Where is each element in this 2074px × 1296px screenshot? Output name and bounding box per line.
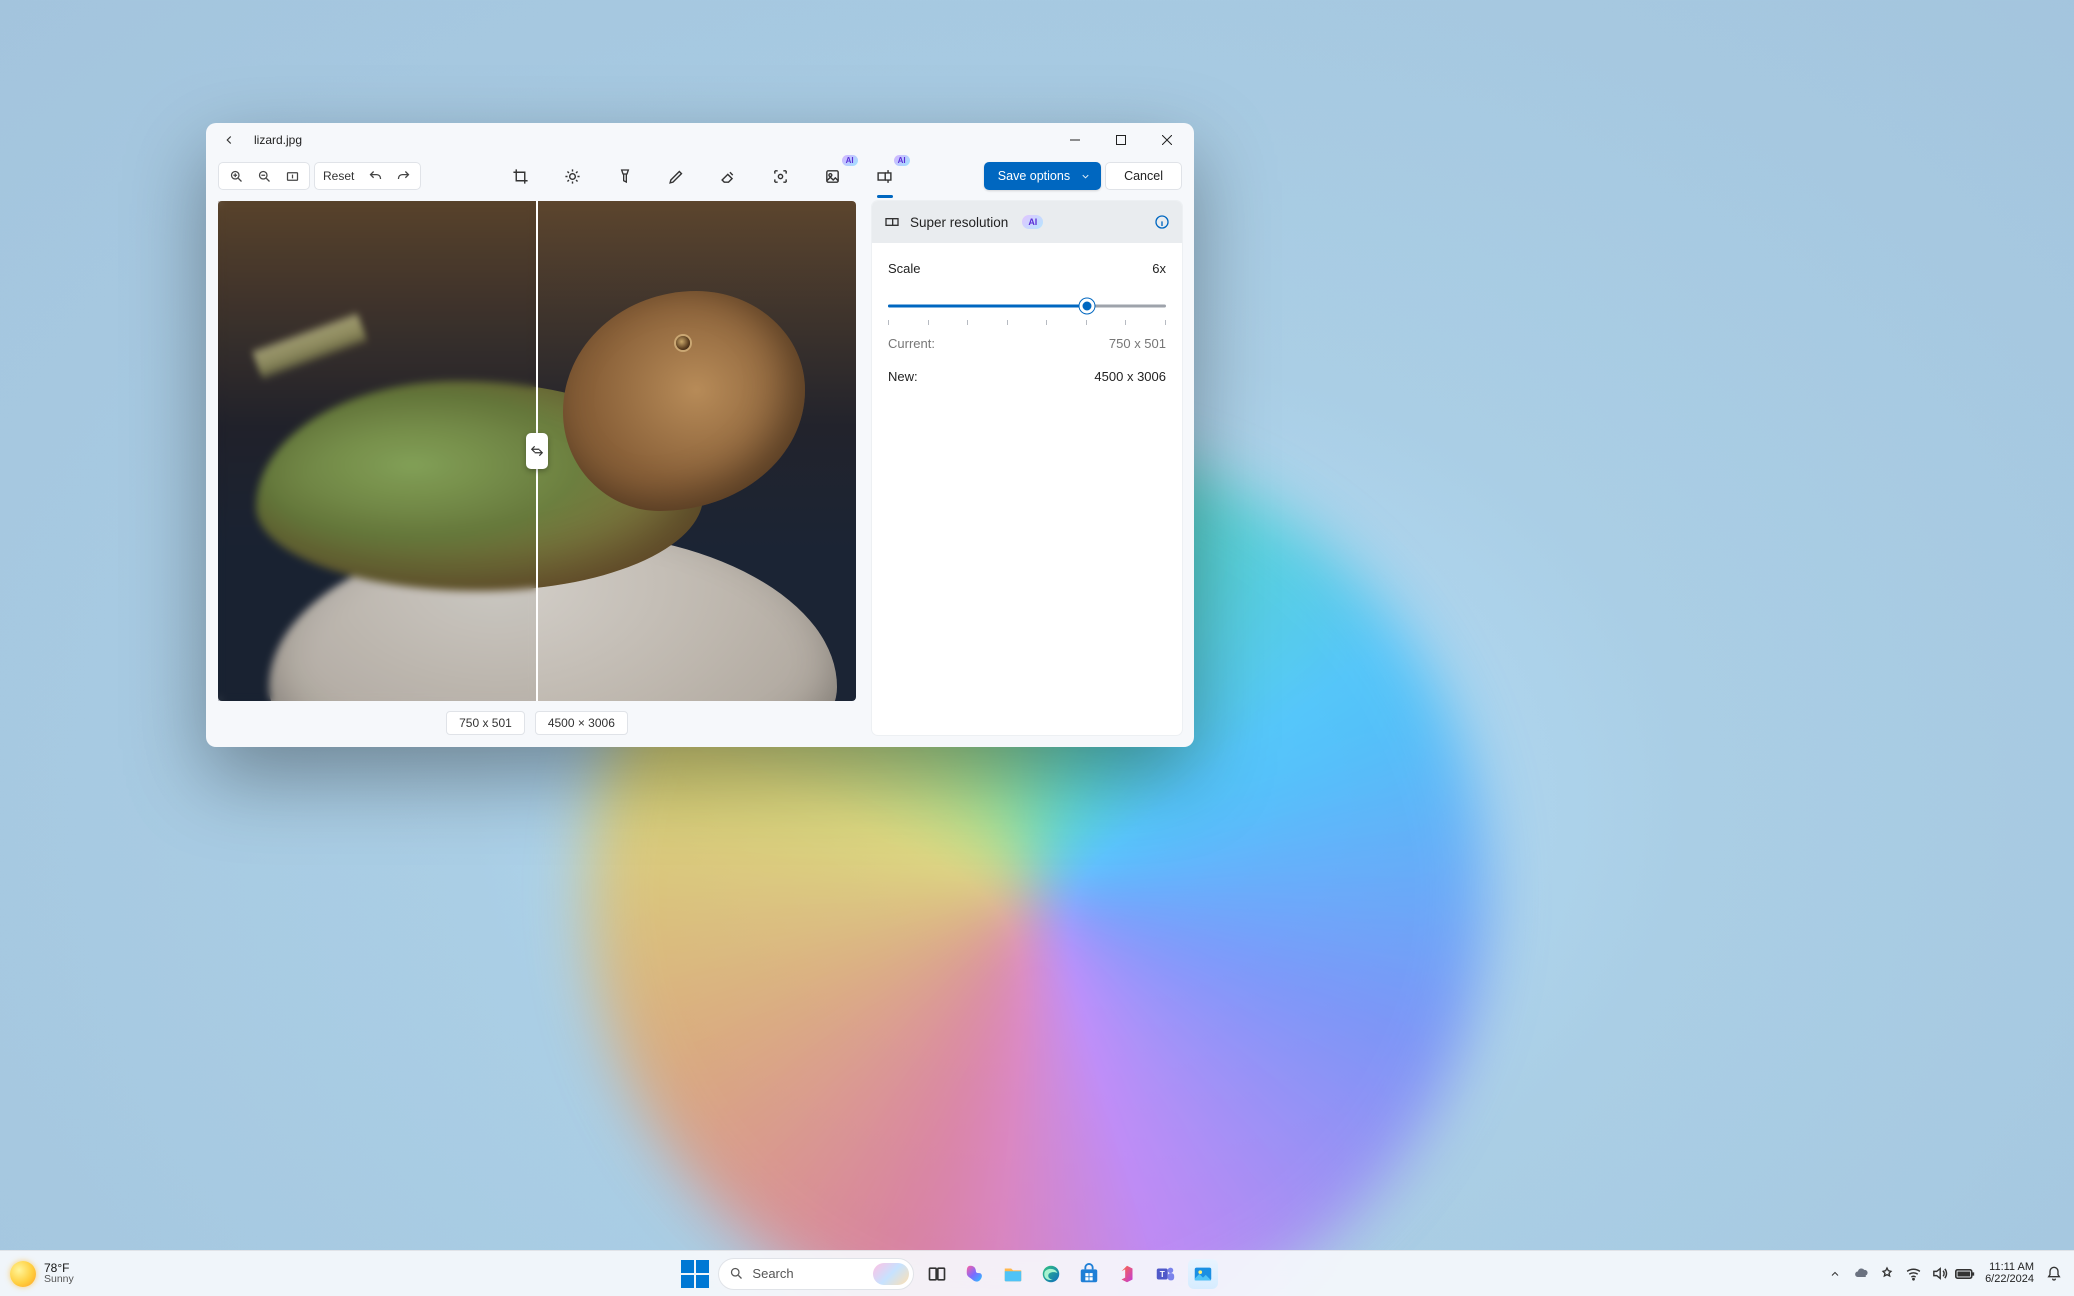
- volume-icon[interactable]: [1929, 1264, 1949, 1284]
- copilot-button[interactable]: [960, 1259, 990, 1289]
- background-remove-button[interactable]: [766, 161, 796, 191]
- edge-button[interactable]: [1036, 1259, 1066, 1289]
- image-compare-canvas[interactable]: [218, 201, 856, 701]
- start-button[interactable]: [680, 1259, 710, 1289]
- m365-button[interactable]: [1112, 1259, 1142, 1289]
- erase-tool-button[interactable]: [714, 161, 744, 191]
- zoom-controls: [218, 162, 310, 190]
- windows-logo-icon: [681, 1260, 709, 1288]
- taskbar-weather[interactable]: 78°F Sunny: [10, 1261, 74, 1287]
- cancel-label: Cancel: [1124, 169, 1163, 183]
- taskbar-clock[interactable]: 11:11 AM 6/22/2024: [1985, 1262, 2034, 1285]
- taskbar: 78°F Sunny Search T: [0, 1250, 2074, 1296]
- weather-icon: [10, 1261, 36, 1287]
- weather-cond: Sunny: [44, 1274, 74, 1285]
- save-options-label: Save options: [998, 169, 1070, 183]
- redo-button[interactable]: [390, 163, 416, 189]
- history-controls: Reset: [314, 162, 421, 190]
- tray-overflow-button[interactable]: [1825, 1264, 1845, 1284]
- file-explorer-button[interactable]: [998, 1259, 1028, 1289]
- battery-icon[interactable]: [1955, 1264, 1975, 1284]
- search-icon: [729, 1266, 744, 1281]
- compare-handle[interactable]: [526, 433, 548, 469]
- crop-tool-button[interactable]: [506, 161, 536, 191]
- current-label: Current:: [888, 336, 935, 351]
- scale-slider[interactable]: [888, 294, 1166, 318]
- cancel-button[interactable]: Cancel: [1105, 162, 1182, 190]
- notifications-button[interactable]: [2044, 1264, 2064, 1284]
- ai-badge-icon: AI: [894, 155, 910, 166]
- new-value: 4500 x 3006: [1094, 369, 1166, 384]
- panel-header: Super resolution AI: [872, 201, 1182, 243]
- current-value: 750 x 501: [1109, 336, 1166, 351]
- window-controls: [1052, 123, 1190, 157]
- task-view-button[interactable]: [922, 1259, 952, 1289]
- teams-button[interactable]: T: [1150, 1259, 1180, 1289]
- photos-editor-window: lizard.jpg: [206, 123, 1194, 747]
- scale-value: 6x: [1152, 261, 1166, 276]
- panel-info-button[interactable]: [1154, 214, 1170, 230]
- store-button[interactable]: [1074, 1259, 1104, 1289]
- zoom-in-button[interactable]: [223, 163, 249, 189]
- super-resolution-icon: [884, 214, 900, 230]
- photos-app-button[interactable]: [1188, 1259, 1218, 1289]
- taskbar-center: Search T: [680, 1258, 1218, 1290]
- window-title: lizard.jpg: [254, 133, 302, 147]
- filter-tool-button[interactable]: [610, 161, 640, 191]
- panel-body: Scale 6x Current: 750 x 501 New: 4500 x …: [872, 243, 1182, 402]
- copilot-tray-icon[interactable]: [1877, 1264, 1897, 1284]
- system-tray: 11:11 AM 6/22/2024: [1825, 1262, 2064, 1285]
- image-lizard-head: [563, 291, 805, 511]
- super-resolution-panel: Super resolution AI Scale 6x C: [872, 201, 1182, 735]
- edit-tools: AI AI: [506, 161, 900, 191]
- current-dims-row: Current: 750 x 501: [888, 336, 1166, 351]
- canvas-column: 750 x 501 4500 × 3006: [218, 201, 856, 735]
- compare-original-overlay: [218, 201, 537, 701]
- minimize-button[interactable]: [1052, 123, 1098, 157]
- undo-button[interactable]: [362, 163, 388, 189]
- ai-badge-icon: AI: [842, 155, 858, 166]
- search-highlight-art: [873, 1263, 909, 1285]
- super-resolution-button[interactable]: AI: [870, 161, 900, 191]
- onedrive-icon[interactable]: [1851, 1264, 1871, 1284]
- dimension-pills: 750 x 501 4500 × 3006: [446, 711, 628, 735]
- scale-row: Scale 6x: [888, 261, 1166, 276]
- editor-content: 750 x 501 4500 × 3006 Super resolution A…: [206, 195, 1194, 747]
- wifi-icon[interactable]: [1903, 1264, 1923, 1284]
- new-dims-row: New: 4500 x 3006: [888, 369, 1166, 384]
- editor-toolbar: Reset: [206, 157, 1194, 195]
- zoom-out-button[interactable]: [251, 163, 277, 189]
- scale-label: Scale: [888, 261, 921, 276]
- titlebar: lizard.jpg: [206, 123, 1194, 157]
- taskbar-search[interactable]: Search: [718, 1258, 914, 1290]
- chevron-down-icon: [1080, 171, 1091, 182]
- original-dims-pill: 750 x 501: [446, 711, 525, 735]
- new-label: New:: [888, 369, 918, 384]
- save-options-button[interactable]: Save options: [984, 162, 1101, 190]
- reset-button[interactable]: Reset: [319, 169, 360, 183]
- close-button[interactable]: [1144, 123, 1190, 157]
- back-button[interactable]: [218, 129, 240, 151]
- svg-text:T: T: [1160, 1269, 1165, 1278]
- clock-date: 6/22/2024: [1985, 1274, 2034, 1286]
- generative-fill-button[interactable]: AI: [818, 161, 848, 191]
- adjust-tool-button[interactable]: [558, 161, 588, 191]
- new-dims-pill: 4500 × 3006: [535, 711, 628, 735]
- clock-time: 11:11 AM: [1989, 1262, 2034, 1274]
- panel-ai-badge: AI: [1022, 215, 1043, 229]
- markup-tool-button[interactable]: [662, 161, 692, 191]
- panel-title: Super resolution: [910, 215, 1008, 230]
- fit-to-screen-button[interactable]: [279, 163, 305, 189]
- search-placeholder: Search: [752, 1266, 793, 1281]
- maximize-button[interactable]: [1098, 123, 1144, 157]
